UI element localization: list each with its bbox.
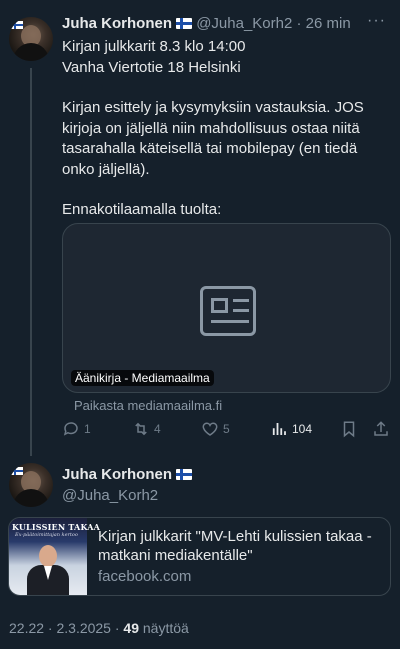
- heart-icon: [202, 422, 218, 436]
- timestamp[interactable]: 22.22 · 2.3.2025 ·: [9, 620, 123, 636]
- finland-flag-icon: [11, 21, 23, 29]
- link-preview-card[interactable]: Äänikirja - Mediamaailma: [62, 223, 391, 393]
- views-button[interactable]: 104: [270, 420, 312, 438]
- tweet-text-line: Kirjan esittely ja kysymyksiin vastauksi…: [62, 99, 364, 178]
- link-domain: facebook.com: [98, 568, 192, 585]
- handle[interactable]: @Juha_Korh2: [196, 15, 292, 32]
- retweet-icon: [135, 422, 147, 436]
- thumbnail-title: KULISSIEN TAKAA: [12, 522, 101, 532]
- timestamp[interactable]: 26 min: [306, 15, 351, 32]
- analytics-icon: [272, 423, 286, 435]
- display-name[interactable]: Juha Korhonen: [62, 15, 172, 32]
- avatar[interactable]: [9, 463, 53, 507]
- action-bar: 1 4 5 104: [62, 420, 392, 442]
- tweet-text: Kirjan julkkarit 8.3 klo 14:00 Vanha Vie…: [62, 37, 392, 221]
- tweet-text-line: Ennakotilaamalla tuolta:: [62, 201, 222, 218]
- reply-count: 1: [84, 422, 91, 436]
- tweet-header: Juha Korhonen @Juha_Korh2 · 26 min: [62, 15, 351, 32]
- reply-icon: [63, 422, 78, 436]
- tweet-text-line: Vanha Viertotie 18 Helsinki: [62, 58, 241, 76]
- view-count: 104: [292, 422, 313, 436]
- view-count: 49: [123, 620, 139, 636]
- handle[interactable]: @Juha_Korh2: [62, 485, 192, 506]
- like-button[interactable]: 5: [201, 420, 230, 438]
- display-name[interactable]: Juha Korhonen: [62, 466, 172, 483]
- retweet-button[interactable]: 4: [132, 420, 161, 438]
- avatar[interactable]: [9, 17, 53, 61]
- share-icon: [374, 421, 388, 436]
- finland-flag-icon: [176, 18, 193, 29]
- views-label: näyttöä: [139, 620, 189, 636]
- share-button[interactable]: [372, 420, 394, 438]
- tweet-header: Juha Korhonen @Juha_Korh2: [62, 464, 193, 506]
- like-count: 5: [223, 422, 230, 436]
- article-icon: [200, 286, 256, 336]
- finland-flag-icon: [11, 467, 23, 475]
- retweet-count: 4: [154, 422, 161, 436]
- thumbnail-subtitle: Ex-päätoimittajan kertoo: [15, 532, 78, 538]
- reply-button[interactable]: 1: [62, 420, 91, 438]
- book-cover-thumbnail: KULISSIEN TAKAA Ex-päätoimittajan kertoo: [9, 518, 101, 595]
- thread-line: [30, 68, 32, 456]
- bookmark-button[interactable]: [340, 420, 362, 438]
- tweet-meta: 22.22 · 2.3.2025 · 49 näyttöä: [9, 620, 189, 636]
- link-preview-card[interactable]: KULISSIEN TAKAA Ex-päätoimittajan kertoo…: [8, 517, 391, 596]
- link-title: Kirjan julkkarit "MV-Lehti kulissien tak…: [98, 528, 372, 564]
- finland-flag-icon: [176, 469, 193, 480]
- bookmark-icon: [343, 421, 355, 438]
- tweet-text-line: Kirjan julkkarit 8.3 klo 14:00: [62, 38, 246, 55]
- more-options-icon[interactable]: ···: [367, 12, 386, 30]
- card-source[interactable]: Paikasta mediamaailma.fi: [74, 398, 222, 413]
- card-title: Äänikirja - Mediamaailma: [71, 370, 214, 386]
